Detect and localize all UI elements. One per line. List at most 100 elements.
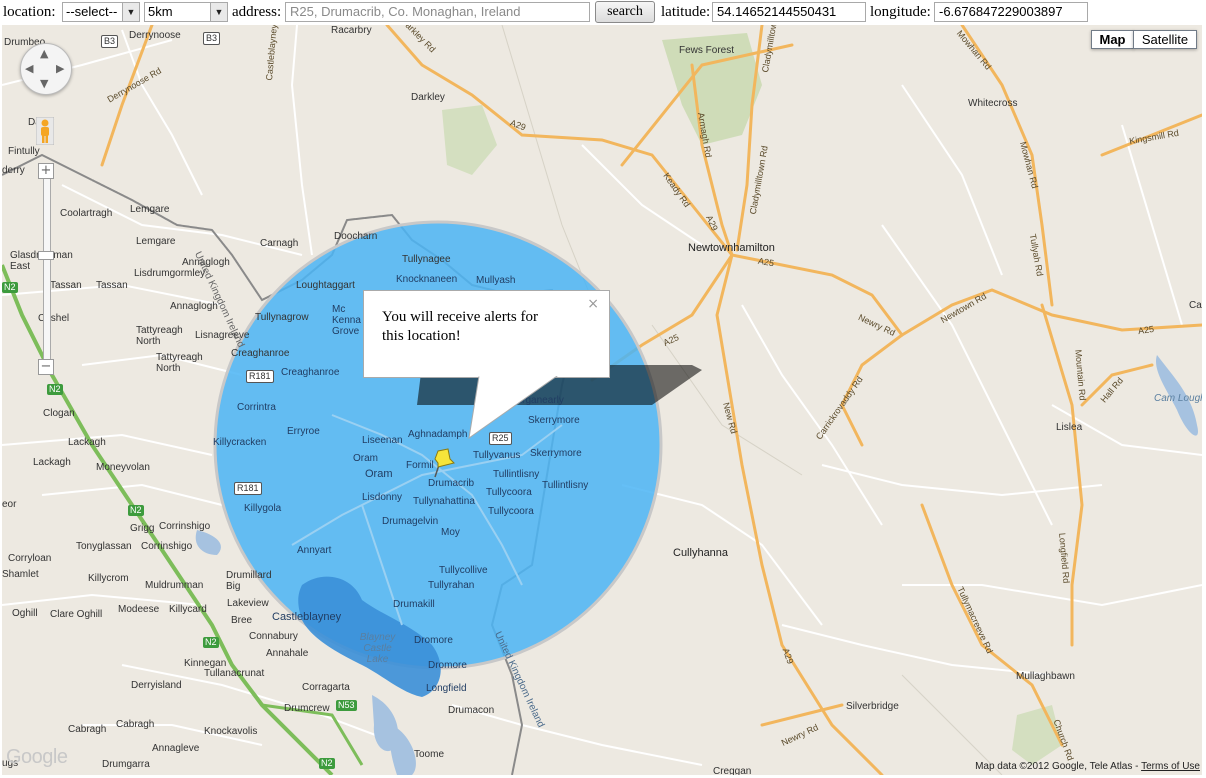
zoom-in-button[interactable]: +: [38, 163, 54, 179]
map-label: Modeese: [118, 604, 160, 615]
map-label: Carnagh: [260, 238, 299, 249]
chevron-down-icon: ▼: [210, 3, 227, 21]
map-label: Lackagh: [33, 457, 71, 468]
map-label: Darkley: [411, 92, 445, 103]
map-label: Formil: [406, 460, 434, 471]
map-label: Fintully: [8, 146, 40, 157]
map-label: Drumacrib: [428, 478, 475, 489]
pan-up-icon[interactable]: ▲: [40, 47, 48, 60]
map-label: Lisdonny: [362, 492, 403, 503]
alert-info-window: You will receive alerts for this locatio…: [363, 290, 610, 378]
close-icon[interactable]: ×: [587, 296, 599, 312]
map-label: Mullyash: [476, 275, 516, 286]
map-label: Whitecross: [968, 98, 1018, 109]
map-label: Drumcrew: [284, 703, 330, 714]
address-label: address:: [232, 4, 282, 20]
map-label: Knockavolis: [204, 726, 258, 737]
map-label: Derrynoose: [129, 30, 181, 41]
google-logo: Google: [6, 746, 68, 768]
map-label: Drumakill: [393, 599, 435, 610]
map-label: Shamlet: [2, 569, 39, 580]
map-label: Moneyvolan: [96, 462, 150, 473]
map-label: Skerrymore: [530, 448, 582, 459]
road-badge: N2: [203, 637, 219, 648]
radius-select[interactable]: 5km ▼: [144, 2, 228, 22]
chevron-down-icon: ▼: [122, 3, 139, 21]
map-label: Lakeview: [227, 598, 269, 609]
map-label: Lackagh: [68, 437, 106, 448]
address-input[interactable]: R25, Drumacrib, Co. Monaghan, Ireland: [285, 2, 590, 22]
map-label: Drumagelvin: [382, 516, 439, 527]
pan-right-icon[interactable]: ▶: [56, 62, 64, 75]
map-label: Tullycoora: [486, 487, 532, 498]
map-label: Killygola: [244, 503, 282, 514]
map-canvas[interactable]: Drumbeo Derrynoose Racarbry Darkley Fews…: [2, 25, 1202, 775]
map-label: Drumgarra: [102, 759, 150, 770]
map-label: Tattyreagh North: [156, 352, 203, 374]
search-button[interactable]: search: [595, 1, 655, 23]
map-base-layer: [2, 25, 1202, 775]
map-label: Derryisland: [131, 680, 182, 691]
latitude-field[interactable]: 54.14652144550431: [712, 2, 866, 22]
map-label: Tullyrahan: [428, 580, 475, 591]
map-label: Tullyvanus: [473, 450, 521, 461]
map-label: Lislea: [1056, 422, 1083, 433]
road-badge: B3: [203, 32, 221, 45]
map-label: Cabragh: [116, 719, 155, 730]
location-pin-icon[interactable]: [432, 447, 456, 479]
zoom-out-button[interactable]: −: [38, 359, 54, 375]
map-label: Tullynagee: [402, 254, 451, 265]
map-label: Toome: [414, 749, 445, 760]
road-badge: N2: [128, 505, 144, 516]
map-label: Moy: [441, 527, 460, 538]
location-select-value: --select--: [66, 4, 118, 19]
location-label: location:: [3, 4, 56, 20]
map-label: Tullynahattina: [413, 496, 475, 507]
map-label: Racarbry: [331, 25, 372, 36]
map-label: Tullycoora: [488, 506, 534, 517]
map-label: Lemgare: [136, 236, 176, 247]
map-type-satellite-button[interactable]: Satellite: [1133, 30, 1197, 49]
street-view-pegman-icon[interactable]: [36, 117, 54, 145]
map-attribution: Map data ©2012 Google, Tele Atlas - Term…: [975, 761, 1200, 772]
map-label: Knocknaneen: [396, 274, 458, 285]
map-label: Tullintlisny: [493, 469, 540, 480]
radius-select-value: 5km: [148, 4, 173, 19]
pan-down-icon[interactable]: ▼: [40, 77, 48, 90]
map-label: Tassan: [96, 280, 128, 291]
map-label: Tullanacrunat: [204, 668, 265, 679]
map-label: Dromore: [414, 635, 453, 646]
longitude-field[interactable]: -6.676847229003897: [934, 2, 1088, 22]
map-label: Corryloan: [8, 553, 52, 564]
map-label: Cam Lough: [1154, 393, 1202, 404]
pan-left-icon[interactable]: ◀: [25, 62, 33, 75]
map-label: Tassan: [50, 280, 82, 291]
road-badge: R181: [246, 370, 274, 383]
map-type-map-button[interactable]: Map: [1091, 30, 1134, 49]
map-label: Corrintra: [237, 402, 276, 413]
zoom-slider-thumb[interactable]: [38, 251, 54, 260]
map-label: eor: [2, 499, 17, 510]
map-label: Castleblayney: [272, 611, 342, 623]
location-select[interactable]: --select-- ▼: [62, 2, 140, 22]
zoom-slider-track[interactable]: [43, 163, 51, 373]
map-label: Silverbridge: [846, 701, 899, 712]
map-label: Coolartragh: [60, 208, 113, 219]
road-badge: N2: [47, 384, 63, 395]
map-label: Creaghanroe: [281, 367, 340, 378]
longitude-label: longitude:: [870, 4, 931, 20]
map-label: Erryroe: [287, 426, 320, 437]
map-label: Oghill: [12, 608, 38, 619]
map-label: Longfield: [426, 683, 467, 694]
map-label: Creaghanroe: [231, 348, 290, 359]
road-badge: B3: [101, 35, 119, 48]
map-label: Liseenan: [362, 435, 403, 446]
map-label: Drumillard Big: [226, 570, 272, 592]
map-label: Annyart: [297, 545, 332, 556]
terms-of-use-link[interactable]: Terms of Use: [1141, 761, 1200, 772]
map-label: Annaglogh: [170, 301, 218, 312]
map-label: derry: [2, 165, 25, 176]
pan-control[interactable]: ▲ ▼ ◀ ▶: [20, 43, 72, 95]
map-label: Loughtaggart: [296, 280, 355, 291]
map-label: Corragarta: [302, 682, 350, 693]
